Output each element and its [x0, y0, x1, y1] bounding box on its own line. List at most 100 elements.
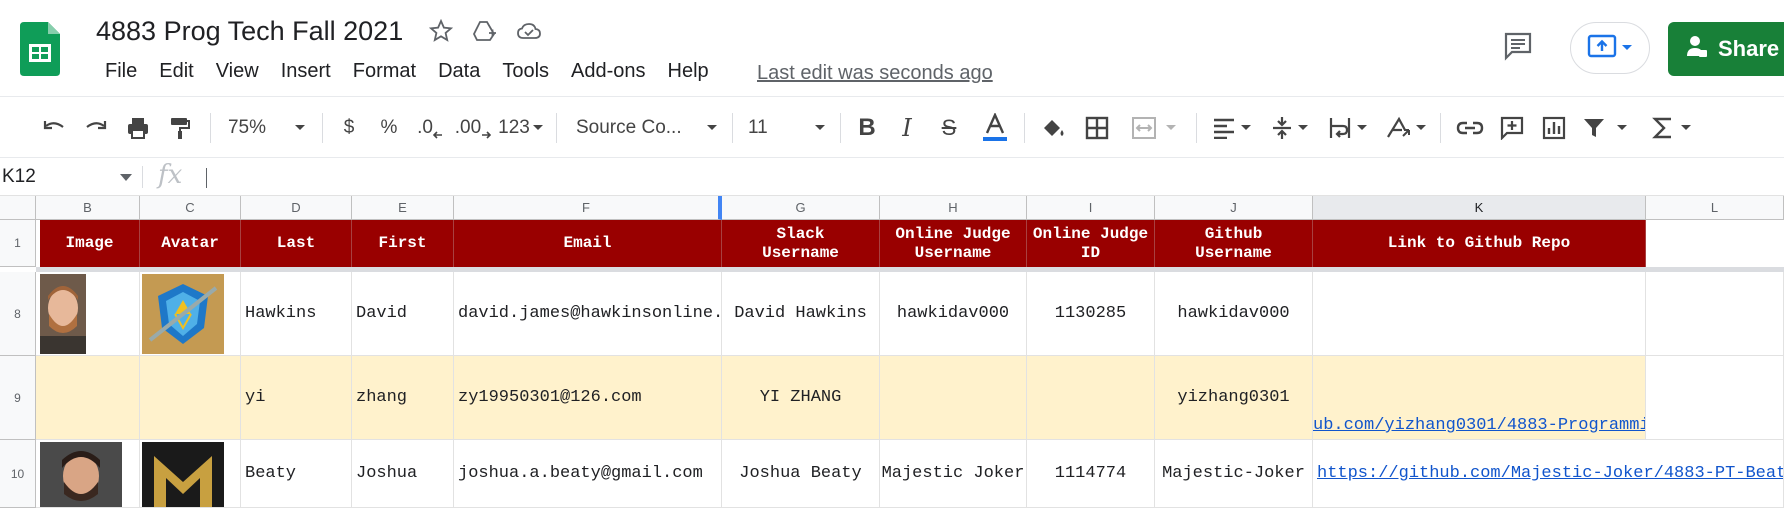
text-rotation-icon[interactable] — [1382, 97, 1430, 159]
last-edit-link[interactable]: Last edit was seconds ago — [757, 62, 993, 85]
oj-id-cell[interactable]: 1114774 — [1027, 440, 1155, 508]
merge-cells-icon[interactable] — [1124, 97, 1184, 159]
repo-link[interactable]: ub.com/yizhang0301/4883-Programming Tech… — [1313, 416, 1645, 435]
cloud-saved-icon[interactable] — [516, 18, 542, 44]
repo-cell[interactable]: https://github.com/Majestic-Joker/4883-P… — [1313, 440, 1784, 508]
star-icon[interactable] — [428, 18, 454, 44]
header-cell-image[interactable]: Image — [40, 220, 140, 267]
strikethrough-icon[interactable]: S — [934, 97, 964, 159]
last-name-cell[interactable]: Beaty — [241, 440, 352, 508]
column-header-d[interactable]: D — [241, 196, 352, 220]
insert-chart-icon[interactable] — [1536, 97, 1572, 159]
header-cell-avatar[interactable]: Avatar — [140, 220, 241, 267]
column-header-e[interactable]: E — [352, 196, 454, 220]
zoom-select[interactable]: 75% — [222, 97, 312, 159]
repo-cell[interactable]: ub.com/yizhang0301/4883-Programming Tech… — [1313, 356, 1646, 440]
paint-format-icon[interactable] — [162, 97, 198, 159]
menu-file[interactable]: File — [94, 60, 148, 83]
menu-view[interactable]: View — [205, 60, 270, 83]
image-cell[interactable] — [36, 272, 140, 356]
column-header-b[interactable]: B — [36, 196, 140, 220]
header-cell-email[interactable]: Email — [454, 220, 722, 267]
row-header-10[interactable]: 10 — [0, 440, 36, 508]
email-cell[interactable]: zy19950301@126.com — [454, 356, 722, 440]
menu-help[interactable]: Help — [657, 60, 720, 83]
image-cell[interactable] — [36, 356, 140, 440]
first-name-cell[interactable]: David — [352, 272, 454, 356]
header-cell-repo[interactable]: Link to Github Repo — [1313, 220, 1646, 267]
empty-cell[interactable] — [1646, 356, 1784, 440]
present-button[interactable] — [1570, 22, 1650, 74]
avatar-cell[interactable] — [140, 272, 241, 356]
vertical-align-icon[interactable] — [1266, 97, 1314, 159]
header-cell-last[interactable]: Last — [241, 220, 352, 267]
oj-id-cell[interactable] — [1027, 356, 1155, 440]
avatar-cell[interactable] — [140, 356, 241, 440]
header-cell-github[interactable]: Github Username — [1155, 220, 1313, 267]
formula-input[interactable] — [206, 168, 207, 188]
undo-icon[interactable] — [36, 97, 72, 159]
share-button[interactable]: Share — [1668, 22, 1784, 76]
functions-icon[interactable] — [1648, 97, 1696, 159]
font-size-select[interactable]: 11 — [744, 97, 830, 159]
menu-format[interactable]: Format — [342, 60, 427, 83]
column-header-g[interactable]: G — [722, 196, 880, 220]
fill-color-icon[interactable] — [1036, 97, 1070, 159]
currency-format-button[interactable]: $ — [334, 97, 364, 159]
column-header-j[interactable]: J — [1155, 196, 1313, 220]
select-all-corner[interactable] — [0, 196, 36, 220]
percent-format-button[interactable]: % — [374, 97, 404, 159]
comment-history-icon[interactable] — [1502, 30, 1534, 62]
slack-cell[interactable]: Joshua Beaty — [722, 440, 880, 508]
sheets-logo-icon[interactable] — [20, 22, 60, 76]
row-header-9[interactable]: 9 — [0, 356, 36, 440]
column-header-i[interactable]: I — [1027, 196, 1155, 220]
menu-insert[interactable]: Insert — [270, 60, 342, 83]
menu-data[interactable]: Data — [427, 60, 491, 83]
insert-link-icon[interactable] — [1452, 97, 1488, 159]
menu-edit[interactable]: Edit — [148, 60, 204, 83]
more-formats-button[interactable]: 123 — [496, 97, 546, 159]
column-header-c[interactable]: C — [140, 196, 241, 220]
first-name-cell[interactable]: Joshua — [352, 440, 454, 508]
text-color-icon[interactable] — [978, 97, 1012, 159]
column-header-f[interactable]: F — [454, 196, 722, 220]
bold-icon[interactable]: B — [852, 97, 882, 159]
github-cell[interactable]: hawkidav000 — [1155, 272, 1313, 356]
name-box-chevron-icon[interactable] — [120, 174, 132, 181]
repo-link[interactable]: https://github.com/Majestic-Joker/4883-P… — [1317, 464, 1783, 483]
name-box[interactable]: K12 — [0, 158, 136, 196]
decrease-decimal-button[interactable]: .0 — [412, 97, 448, 159]
redo-icon[interactable] — [78, 97, 114, 159]
header-cell-oj-username[interactable]: Online Judge Username — [880, 220, 1027, 267]
oj-username-cell[interactable]: Majestic Joker — [880, 440, 1027, 508]
header-cell-oj-id[interactable]: Online Judge ID — [1027, 220, 1155, 267]
menu-addons[interactable]: Add-ons — [560, 60, 657, 83]
horizontal-align-icon[interactable] — [1208, 97, 1256, 159]
oj-username-cell[interactable]: hawkidav000 — [880, 272, 1027, 356]
filter-icon[interactable] — [1578, 97, 1632, 159]
oj-id-cell[interactable]: 1130285 — [1027, 272, 1155, 356]
insert-comment-icon[interactable] — [1494, 97, 1530, 159]
email-cell[interactable]: david.james@hawkinsonline.u — [454, 272, 722, 356]
slack-cell[interactable]: David Hawkins — [722, 272, 880, 356]
menu-tools[interactable]: Tools — [491, 60, 560, 83]
print-icon[interactable] — [120, 97, 156, 159]
italic-icon[interactable]: I — [892, 97, 922, 159]
image-cell[interactable] — [36, 440, 140, 508]
text-wrapping-icon[interactable] — [1324, 97, 1372, 159]
column-header-h[interactable]: H — [880, 196, 1027, 220]
avatar-cell[interactable] — [140, 440, 241, 508]
last-name-cell[interactable]: yi — [241, 356, 352, 440]
slack-cell[interactable]: YI ZHANG — [722, 356, 880, 440]
oj-username-cell[interactable] — [880, 356, 1027, 440]
row-header-1[interactable]: 1 — [0, 220, 36, 267]
increase-decimal-button[interactable]: .00 — [452, 97, 494, 159]
borders-icon[interactable] — [1080, 97, 1114, 159]
last-name-cell[interactable]: Hawkins — [241, 272, 352, 356]
header-cell-first[interactable]: First — [352, 220, 454, 267]
header-cell-slack[interactable]: Slack Username — [722, 220, 880, 267]
repo-cell[interactable] — [1313, 272, 1646, 356]
document-title[interactable]: 4883 Prog Tech Fall 2021 — [96, 16, 403, 47]
font-family-select[interactable]: Source Co... — [572, 97, 722, 159]
